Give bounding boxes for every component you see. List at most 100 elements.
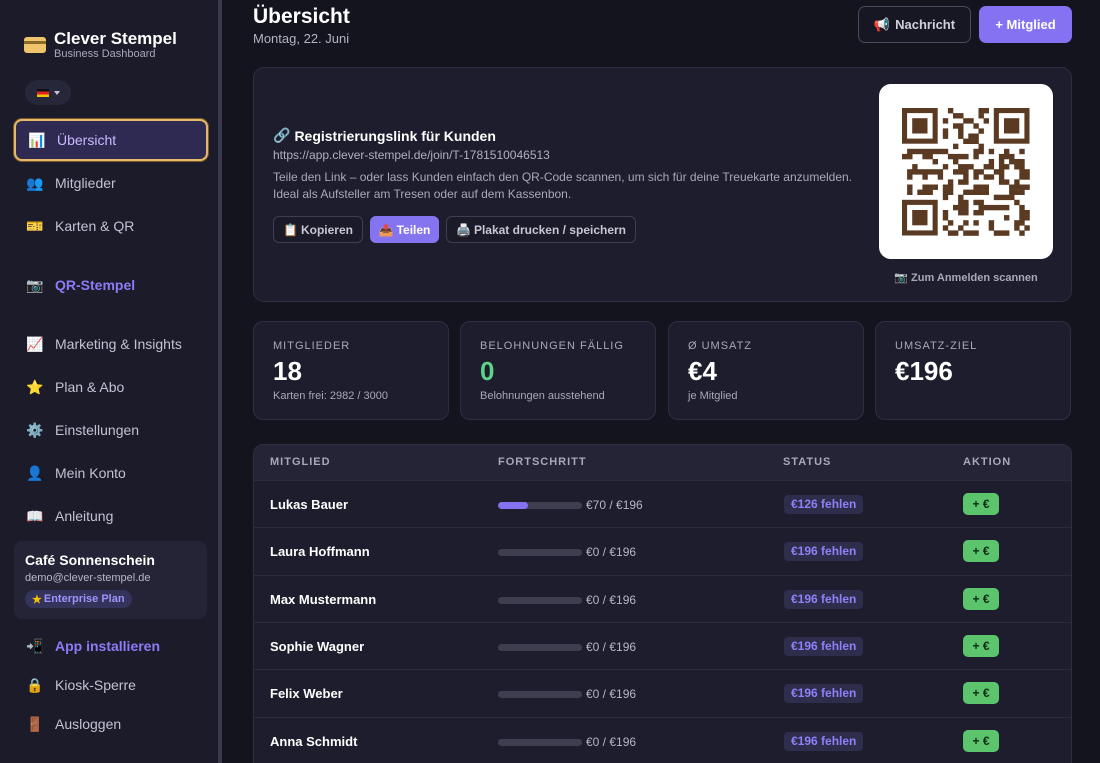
camera-icon: 📷 [894, 272, 908, 284]
plan-label: Enterprise Plan [43, 593, 125, 605]
stat-label: Ø UMSATZ [688, 340, 753, 352]
lock-icon: 🔒 [26, 677, 44, 693]
sidebar-item-mitglieder[interactable]: 👥 Mitglieder [14, 163, 208, 203]
account-card: Café Sonnenschein demo@clever-stempel.de… [14, 541, 207, 619]
progress-bar-fill [498, 502, 528, 509]
progress-bar [498, 643, 582, 651]
status-badge: €196 fehlen [784, 589, 864, 609]
table-row: Lukas Bauer €70 / €196 €126 fehlen + € [254, 480, 1071, 527]
copy-button-label: Kopieren [300, 222, 353, 237]
stat-value: 18 [273, 356, 302, 386]
qr-code [879, 84, 1053, 259]
print-button-label: Plakat drucken / speichern [473, 222, 626, 237]
stat-card: MITGLIEDER 18 Karten frei: 2982 / 3000 [253, 321, 449, 420]
progress-bar [498, 691, 582, 699]
brand-subtitle: Business Dashboard [54, 48, 156, 60]
star-icon: ⭐ [26, 379, 44, 395]
sidebar-item-label: Mitglieder [55, 175, 116, 191]
stat-subtext: je Mitglied [688, 390, 738, 402]
stat-label: UMSATZ-ZIEL [895, 340, 978, 352]
stat-value: €196 [895, 356, 953, 386]
progress-bar [498, 596, 582, 604]
sidebar-item-label: Plan & Abo [55, 379, 125, 395]
de-flag-icon [36, 88, 49, 97]
sidebar-item-label: QR-Stempel [55, 277, 136, 293]
sidebar-scrollbar[interactable] [218, 0, 222, 763]
stat-value: 0 [480, 356, 495, 386]
status-badge: €196 fehlen [784, 731, 864, 751]
share-button[interactable]: 📤 Teilen [370, 216, 439, 243]
sidebar-item-label: Einstellungen [55, 422, 140, 438]
progress-text: €0 / €196 [586, 639, 637, 654]
sidebar-item-label: Kiosk-Sperre [55, 677, 136, 693]
stat-label: BELOHNUNGEN FÄLLIG [480, 340, 624, 352]
users-icon: 👥 [26, 175, 44, 191]
print-poster-button[interactable]: 🖨️ Plakat drucken / speichern [446, 216, 636, 243]
sidebar-item-mein-konto[interactable]: 👤 Mein Konto [14, 453, 208, 493]
sidebar-item-label: App installieren [55, 638, 161, 654]
sidebar-item-marketing-insights[interactable]: 📈 Marketing & Insights [14, 324, 208, 364]
add-revenue-button[interactable]: + € [963, 729, 999, 752]
status-badge: €196 fehlen [784, 542, 864, 562]
language-selector[interactable] [25, 80, 71, 105]
qr-caption-text: Zum Anmelden scannen [911, 272, 1038, 284]
star-icon: ★ [32, 593, 42, 606]
megaphone-icon: 📢 [873, 16, 891, 32]
col-header-progress: FORTSCHRITT [498, 456, 587, 468]
sidebar-item-einstellungen[interactable]: ⚙️ Einstellungen [14, 410, 208, 450]
sidebar-item-ausloggen[interactable]: 🚪 Ausloggen [14, 704, 208, 744]
member-name[interactable]: Lukas Bauer [270, 497, 348, 512]
add-revenue-button[interactable]: + € [963, 587, 999, 610]
printer-icon: 🖨️ [455, 222, 471, 237]
progress-bar [498, 502, 582, 509]
page-date: Montag, 22. Juni [253, 31, 350, 46]
copy-button[interactable]: 📋 Kopieren [273, 216, 363, 243]
registration-card: 🔗 Registrierungslink für Kunden https://… [253, 67, 1072, 302]
sidebar-item-app-installieren[interactable]: 📲 App installieren [14, 626, 208, 666]
plan-badge: ★ Enterprise Plan [25, 590, 132, 608]
credit-card-icon [24, 37, 46, 53]
add-revenue-button[interactable]: + € [963, 540, 999, 563]
member-name[interactable]: Sophie Wagner [270, 639, 364, 654]
member-name[interactable]: Anna Schmidt [270, 734, 357, 749]
user-icon: 👤 [26, 465, 44, 481]
member-name[interactable]: Felix Weber [270, 686, 343, 701]
col-header-status: STATUS [783, 456, 832, 468]
brand: Clever Stempel Business Dashboard [24, 30, 177, 60]
sidebar-item-qr-stempel[interactable]: 📷 QR-Stempel [14, 265, 208, 305]
registration-link[interactable]: https://app.clever-stempel.de/join/T-178… [273, 148, 550, 162]
sidebar-item-karten-qr[interactable]: 🎫 Karten & QR [14, 206, 208, 246]
registration-description: Teile den Link – oder lass Kunden einfac… [273, 170, 853, 201]
sidebar-item-kiosk-sperre[interactable]: 🔒 Kiosk-Sperre [14, 665, 208, 705]
account-email: demo@clever-stempel.de [25, 572, 151, 584]
trend-chart-icon: 📈 [26, 336, 44, 352]
message-button[interactable]: 📢 Nachricht [858, 6, 971, 43]
message-button-label: Nachricht [895, 17, 956, 32]
gear-icon: ⚙️ [26, 422, 44, 438]
registration-title-text: Registrierungslink für Kunden [294, 127, 496, 144]
sidebar-item-anleitung[interactable]: 📖 Anleitung [14, 496, 208, 536]
stat-label: MITGLIEDER [273, 340, 351, 352]
add-revenue-button[interactable]: + € [963, 493, 999, 515]
stat-card: Ø UMSATZ €4 je Mitglied [668, 321, 864, 420]
member-name[interactable]: Laura Hoffmann [270, 544, 370, 559]
book-icon: 📖 [26, 508, 44, 524]
sidebar-item-übersicht[interactable]: 📊 Übersicht [14, 119, 208, 161]
link-icon: 🔗 [273, 127, 291, 143]
add-revenue-button[interactable]: + € [963, 634, 999, 657]
sidebar-item-plan-abo[interactable]: ⭐ Plan & Abo [14, 367, 208, 407]
chevron-down-icon [53, 90, 60, 95]
table-row: Sophie Wagner €0 / €196 €196 fehlen + € [254, 621, 1071, 669]
member-name[interactable]: Max Mustermann [270, 592, 376, 607]
add-revenue-button[interactable]: + € [963, 682, 999, 705]
sidebar-item-label: Übersicht [57, 132, 117, 148]
status-badge: €126 fehlen [784, 495, 864, 514]
page-title: Übersicht [253, 5, 350, 28]
camera-icon: 📷 [26, 277, 44, 293]
door-icon: 🚪 [26, 716, 44, 732]
qr-caption: 📷 Zum Anmelden scannen [879, 271, 1053, 284]
chart-icon: 📊 [28, 132, 46, 148]
add-member-button[interactable]: + Mitglied [979, 6, 1072, 43]
account-name: Café Sonnenschein [25, 552, 155, 568]
stat-subtext: Karten frei: 2982 / 3000 [273, 390, 388, 402]
